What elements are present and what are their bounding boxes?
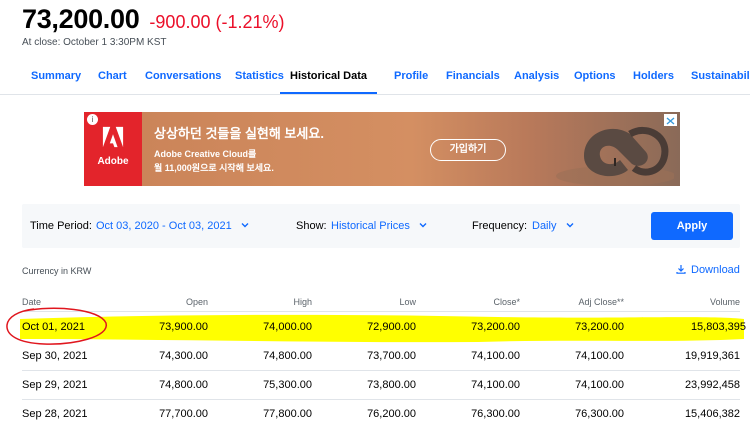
cell-date: Sep 29, 2021 <box>22 379 88 391</box>
cell-adj-close: 76,300.00 <box>575 408 624 420</box>
close-time: At close: October 1 3:30PM KST <box>22 37 167 48</box>
download-label: Download <box>691 264 740 276</box>
cell-high: 77,800.00 <box>263 408 312 420</box>
tab-chart[interactable]: Chart <box>98 58 127 94</box>
frequency-value: Daily <box>532 220 557 232</box>
cell-close: 73,200.00 <box>471 321 520 333</box>
tab-options[interactable]: Options <box>574 58 616 94</box>
frequency-label: Frequency: <box>472 220 528 232</box>
cell-adj-close: 74,100.00 <box>575 350 624 362</box>
column-header-volume: Volume <box>709 297 740 307</box>
ad-subtext-1: Adobe Creative Cloud를 <box>154 149 257 159</box>
time-period-dropdown[interactable]: Oct 03, 2020 - Oct 03, 2021 <box>96 204 249 248</box>
red-circle-annotation <box>6 307 107 345</box>
cell-open: 74,300.00 <box>159 350 208 362</box>
show-dropdown[interactable]: Historical Prices <box>331 204 427 248</box>
ad-subtext-2: 월 11,000원으로 시작해 보세요. <box>154 163 274 173</box>
cell-date: Sep 28, 2021 <box>22 408 88 420</box>
tab-profile[interactable]: Profile <box>394 58 428 94</box>
tab-holders[interactable]: Holders <box>633 58 674 94</box>
cell-volume: 15,803,395 <box>690 321 746 333</box>
table-row: Sep 29, 2021 74,800.00 75,300.00 73,800.… <box>22 371 740 400</box>
cell-date: Sep 30, 2021 <box>22 350 88 362</box>
ad-signup-button[interactable]: 가입하기 <box>430 139 506 161</box>
ad-headline: 상상하던 것들을 실현해 보세요. <box>154 126 324 141</box>
table-row: Oct 01, 2021 73,900.00 74,000.00 72,900.… <box>22 313 746 342</box>
table-header: Date Open High Low Close* Adj Close** Vo… <box>22 292 740 312</box>
cell-low: 72,900.00 <box>367 321 416 333</box>
filter-bar: Time Period: Oct 03, 2020 - Oct 03, 2021… <box>22 204 740 248</box>
cell-volume: 15,406,382 <box>684 408 740 420</box>
chevron-down-icon <box>241 223 249 228</box>
quote-header: 73,200.00 -900.00 (-1.21%) <box>22 4 285 38</box>
tab-financials[interactable]: Financials <box>446 58 500 94</box>
cell-adj-close: 74,100.00 <box>575 379 624 391</box>
tab-historical-data[interactable]: Historical Data <box>280 58 378 94</box>
adchoices-close-icon[interactable] <box>664 114 677 126</box>
currency-note: Currency in KRW <box>22 266 92 276</box>
time-period-label: Time Period: <box>30 220 92 232</box>
cell-close: 74,100.00 <box>471 379 520 391</box>
cell-low: 73,800.00 <box>367 379 416 391</box>
cell-close: 74,100.00 <box>471 350 520 362</box>
tab-summary[interactable]: Summary <box>31 58 81 94</box>
table-row: Sep 30, 2021 74,300.00 74,800.00 73,700.… <box>22 342 740 371</box>
download-icon <box>676 265 686 274</box>
chevron-down-icon <box>419 223 427 228</box>
table-row: Sep 28, 2021 77,700.00 77,800.00 76,200.… <box>22 400 740 425</box>
cell-low: 73,700.00 <box>367 350 416 362</box>
cell-high: 74,800.00 <box>263 350 312 362</box>
cell-high: 74,000.00 <box>263 321 312 333</box>
creative-cloud-sculpture-icon <box>556 126 674 186</box>
adobe-badge: Adobe i <box>84 112 142 186</box>
cell-volume: 19,919,361 <box>684 350 740 362</box>
adobe-logo-icon <box>102 126 124 148</box>
stock-price: 73,200.00 <box>22 4 140 34</box>
frequency-dropdown[interactable]: Daily <box>532 204 574 248</box>
column-header-adj-close: Adj Close** <box>578 297 624 307</box>
cell-high: 75,300.00 <box>263 379 312 391</box>
cell-open: 77,700.00 <box>159 408 208 420</box>
price-change: -900.00 (-1.21%) <box>149 12 285 32</box>
adobe-brand-text: Adobe <box>97 156 129 167</box>
cell-volume: 23,992,458 <box>684 379 740 391</box>
column-header-low: Low <box>399 297 416 307</box>
column-header-close: Close* <box>493 297 520 307</box>
tab-analysis[interactable]: Analysis <box>514 58 559 94</box>
column-header-high: High <box>293 297 312 307</box>
time-period-value: Oct 03, 2020 - Oct 03, 2021 <box>96 220 232 232</box>
cell-low: 76,200.00 <box>367 408 416 420</box>
quote-nav-tabs: Summary Chart Conversations Statistics H… <box>0 58 750 95</box>
cell-close: 76,300.00 <box>471 408 520 420</box>
tab-sustainability[interactable]: Sustainability <box>691 58 750 94</box>
cell-open: 74,800.00 <box>159 379 208 391</box>
show-value: Historical Prices <box>331 220 410 232</box>
info-icon[interactable]: i <box>87 114 98 125</box>
close-icon <box>666 117 675 125</box>
cell-open: 73,900.00 <box>159 321 208 333</box>
download-link[interactable]: Download <box>676 264 740 276</box>
show-label: Show: <box>296 220 327 232</box>
ad-banner[interactable]: Adobe i 상상하던 것들을 실현해 보세요. Adobe Creative… <box>84 112 680 186</box>
column-header-open: Open <box>185 297 208 307</box>
cell-adj-close: 73,200.00 <box>575 321 624 333</box>
tab-conversations[interactable]: Conversations <box>145 58 221 94</box>
tab-statistics[interactable]: Statistics <box>235 58 284 94</box>
chevron-down-icon <box>566 223 574 228</box>
apply-button[interactable]: Apply <box>651 212 733 240</box>
